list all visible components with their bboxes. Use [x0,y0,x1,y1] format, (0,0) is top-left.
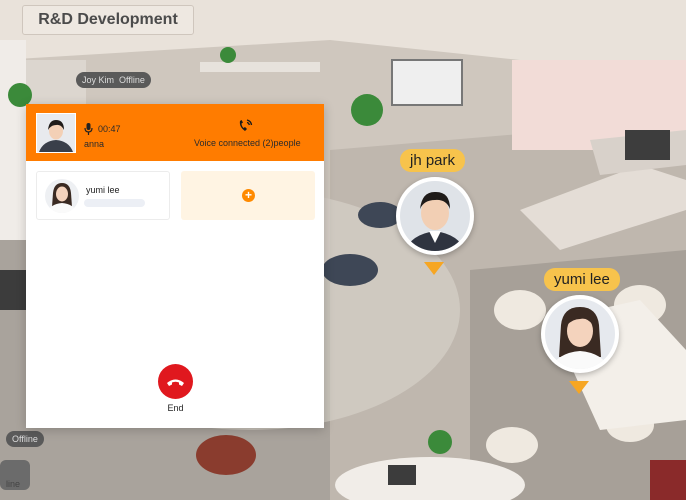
offline-user-tag[interactable]: Offline [6,431,44,447]
call-header: 00:47 anna Voice connected (2)people [26,104,324,161]
location-pointer-icon [569,381,589,394]
call-timer: 00:47 [98,124,121,134]
end-call-label: End [167,403,184,413]
offline-user-tag[interactable]: line [0,476,26,492]
offline-status: Offline [12,434,38,444]
end-call-button[interactable] [158,364,193,399]
plus-icon: + [242,189,255,202]
member-name: yumi lee [86,185,120,195]
location-pointer-icon [424,262,444,275]
map-user-name-tag: yumi lee [544,268,620,291]
woman-avatar-icon [545,299,615,369]
self-avatar [36,113,76,153]
offline-user-name: Joy Kim [82,75,115,85]
man-avatar-icon [400,181,470,251]
call-member-card[interactable]: yumi lee [36,171,170,220]
map-user-avatar-jh-park[interactable] [396,177,474,255]
offline-user-tag[interactable]: Joy Kim Offline [76,72,151,88]
member-avatar [45,179,79,213]
woman-avatar-icon [45,179,79,213]
map-user-name-tag: jh park [400,149,466,172]
map-user-avatar-yumi-lee[interactable] [541,295,619,373]
woman-avatar-icon [37,114,75,152]
room-title: R&D Development [22,5,194,35]
offline-status: line [6,479,21,489]
offline-status: Offline [119,75,145,85]
voice-call-panel: 00:47 anna Voice connected (2)people yum… [26,104,324,428]
self-name: anna [84,139,105,149]
microphone-icon[interactable] [84,123,93,135]
voice-connected-status: Voice connected (2)people [194,138,301,148]
add-participant-button[interactable]: + [181,171,315,220]
member-audio-level [84,199,145,207]
hang-up-icon [167,379,184,386]
voice-call-icon [239,119,253,131]
